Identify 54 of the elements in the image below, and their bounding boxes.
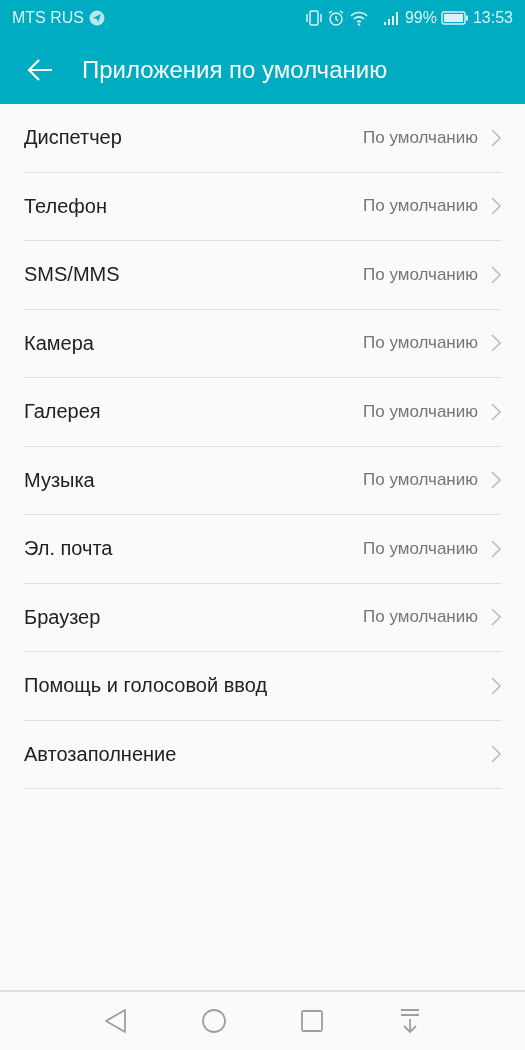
settings-row[interactable]: Помощь и голосовой ввод bbox=[24, 652, 501, 721]
battery-percent: 99% bbox=[404, 9, 437, 27]
chevron-icon bbox=[491, 745, 501, 764]
row-label: Эл. почта bbox=[24, 537, 114, 561]
wifi-icon bbox=[348, 9, 369, 27]
row-value: По умолчанию bbox=[363, 264, 478, 285]
circle-home-icon bbox=[200, 1008, 227, 1034]
location-icon bbox=[89, 10, 105, 26]
row-label: Браузер bbox=[24, 605, 102, 629]
alarm-icon bbox=[326, 9, 345, 27]
settings-row[interactable]: Галерея По умолчанию bbox=[24, 378, 501, 447]
row-label: SMS/MMS bbox=[24, 263, 121, 287]
row-value: По умолчанию bbox=[363, 127, 478, 148]
row-value: По умолчанию bbox=[363, 196, 478, 217]
row-label: Галерея bbox=[24, 400, 102, 424]
signal-icon bbox=[382, 10, 401, 26]
settings-row[interactable]: Камера По умолчанию bbox=[24, 309, 501, 378]
row-label: Диспетчер bbox=[24, 126, 123, 150]
settings-row[interactable]: Эл. почта По умолчанию bbox=[24, 515, 501, 584]
chevron-icon bbox=[491, 676, 501, 695]
back-arrow-icon bbox=[26, 58, 54, 82]
row-label: Камера bbox=[24, 331, 95, 355]
pull-down-icon bbox=[398, 1008, 421, 1034]
chevron-icon bbox=[491, 471, 501, 490]
settings-row[interactable]: Телефон По умолчанию bbox=[24, 172, 501, 241]
settings-row[interactable]: Диспетчер По умолчанию bbox=[24, 104, 501, 173]
chevron-icon bbox=[491, 128, 501, 147]
clock: 13:53 bbox=[472, 9, 513, 27]
chevron-icon bbox=[491, 265, 501, 284]
chevron-icon bbox=[491, 402, 501, 421]
row-value: По умолчанию bbox=[363, 333, 478, 354]
back-button[interactable] bbox=[26, 58, 54, 82]
settings-row[interactable]: SMS/MMS По умолчанию bbox=[24, 241, 501, 310]
row-label: Помощь и голосовой ввод bbox=[24, 674, 269, 698]
vibrate-icon bbox=[304, 9, 323, 27]
chevron-icon bbox=[491, 608, 501, 627]
square-recents-icon bbox=[299, 1009, 324, 1033]
row-label: Телефон bbox=[24, 194, 108, 218]
triangle-back-icon bbox=[103, 1008, 128, 1034]
row-value: По умолчанию bbox=[363, 470, 478, 491]
row-value: По умолчанию bbox=[363, 607, 478, 628]
row-label: Автозаполнение bbox=[24, 742, 178, 766]
settings-row[interactable]: Музыка По умолчанию bbox=[24, 446, 501, 515]
page-title: Приложения по умолчанию bbox=[82, 56, 388, 84]
row-value: По умолчанию bbox=[363, 538, 478, 559]
settings-row[interactable]: Автозаполнение bbox=[24, 720, 501, 789]
chevron-icon bbox=[491, 539, 501, 558]
chevron-icon bbox=[491, 197, 501, 216]
row-value: По умолчанию bbox=[363, 401, 478, 422]
settings-row[interactable]: Браузер По умолчанию bbox=[24, 583, 501, 652]
carrier-name: MTS RUS bbox=[12, 9, 84, 27]
battery-icon bbox=[440, 11, 469, 25]
chevron-icon bbox=[491, 334, 501, 353]
row-label: Музыка bbox=[24, 468, 96, 492]
